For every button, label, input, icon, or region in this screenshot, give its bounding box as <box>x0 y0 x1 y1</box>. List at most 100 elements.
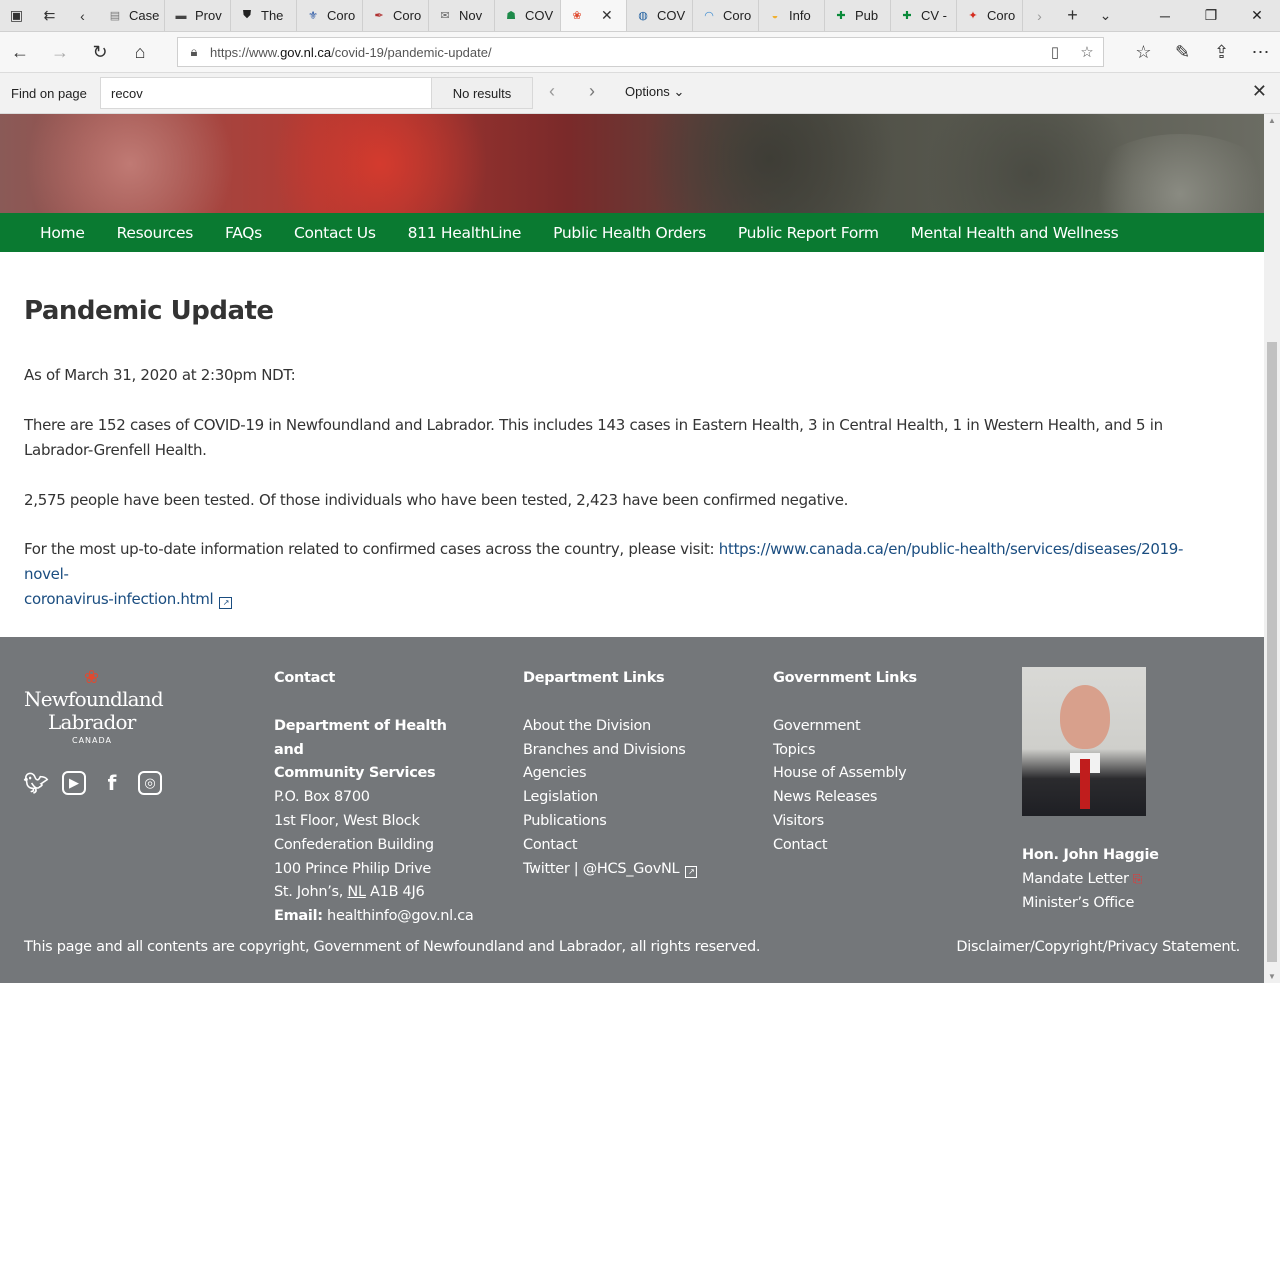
mandate-letter-link[interactable]: Mandate Letter <box>1022 871 1129 887</box>
instagram-icon[interactable]: ◎ <box>138 771 162 795</box>
nav-link[interactable]: Contact Us <box>278 224 392 242</box>
find-close-icon[interactable]: ✕ <box>1252 81 1267 102</box>
external-link-icon: ↗ <box>685 865 698 878</box>
nav-link[interactable]: Public Report Form <box>722 224 895 242</box>
browser-tab[interactable]: ☗ COV <box>495 0 561 31</box>
reading-view-icon[interactable]: ▯ <box>1039 43 1071 61</box>
contact-heading: Contact <box>274 670 336 686</box>
nav-link[interactable]: FAQs <box>209 224 278 242</box>
page-title: Pandemic Update <box>24 296 274 326</box>
twitter-icon[interactable]: 🐦︎ <box>23 771 48 795</box>
new-tab-icon[interactable]: + <box>1056 0 1089 31</box>
find-bar: Find on page recov No results ‹ › Option… <box>0 73 1280 114</box>
tab-label: Coro <box>393 8 422 23</box>
address-line: P.O. Box 8700 <box>274 789 370 806</box>
url-field[interactable]: 🔒︎ https://www.gov.nl.ca/covid-19/pandem… <box>177 37 1104 67</box>
footer-minister: Hon. John Haggie Mandate Letter ⎘ Ministe… <box>1022 667 1242 915</box>
facebook-icon[interactable]: f <box>100 771 124 795</box>
browser-tab[interactable]: ✦ Coro <box>957 0 1023 31</box>
browser-tab[interactable]: ◒ Info <box>759 0 825 31</box>
government-link[interactable]: Contact <box>773 834 993 858</box>
minimize-icon[interactable]: ─ <box>1142 0 1188 31</box>
more-menu-icon[interactable]: ⋯ <box>1241 33 1280 73</box>
forward-icon[interactable]: → <box>40 32 80 72</box>
browser-tab[interactable]: ▤ Case <box>99 0 165 31</box>
close-tab-icon[interactable]: ✕ <box>601 7 613 24</box>
browser-tab[interactable]: ✚ CV - <box>891 0 957 31</box>
dept-name-line-1: Department of Health and <box>274 717 447 758</box>
share-icon[interactable]: ⇪ <box>1202 33 1241 73</box>
tab-preview-chevron-icon[interactable]: ⌄ <box>1089 0 1122 31</box>
cross-icon: ✚ <box>836 10 846 22</box>
home-icon[interactable]: ⌂ <box>120 32 160 72</box>
government-link[interactable]: News Releases <box>773 786 993 810</box>
browser-tab[interactable]: ✚ Pub <box>825 0 891 31</box>
nav-link[interactable]: 811 HealthLine <box>392 224 538 242</box>
email-link[interactable]: healthinfo@gov.nl.ca <box>323 908 474 924</box>
footer-government-links: Government Links Government Topics House o… <box>773 667 993 858</box>
url-domain: gov.nl.ca <box>280 44 332 60</box>
address-line: 100 Prince Philip Drive <box>274 860 432 877</box>
scrollbar-thumb[interactable] <box>1267 342 1277 962</box>
browser-tab[interactable]: ❀ ✕ <box>561 0 627 31</box>
department-link[interactable]: Publications <box>523 810 743 834</box>
nav-link[interactable]: Home <box>24 224 101 242</box>
scroll-up-icon[interactable]: ▲ <box>1264 116 1280 125</box>
browser-tab[interactable]: ✒ Coro <box>363 0 429 31</box>
department-link[interactable]: Branches and Divisions <box>523 739 743 763</box>
favorites-icon[interactable]: ☆ <box>1124 33 1163 73</box>
scroll-tabs-left-icon[interactable]: ‹ <box>66 0 99 31</box>
minister-name: Hon. John Haggie <box>1022 847 1159 863</box>
footer-department-links: Department Links About the Division Branc… <box>523 667 743 881</box>
scroll-tabs-right-icon[interactable]: › <box>1023 0 1056 31</box>
browser-tab[interactable]: ✉ Nov <box>429 0 495 31</box>
find-next-icon[interactable]: › <box>589 81 595 102</box>
nav-link[interactable]: Mental Health and Wellness <box>895 224 1135 242</box>
department-link[interactable]: About the Division <box>523 715 743 739</box>
refresh-icon[interactable]: ↻ <box>80 32 120 72</box>
url-path: /covid-19/pandemic-update/ <box>331 44 492 60</box>
ministers-office-link[interactable]: Minister’s Office <box>1022 892 1242 916</box>
city: St. John’s, <box>274 884 348 901</box>
government-link[interactable]: Government <box>773 715 993 739</box>
government-link[interactable]: Visitors <box>773 810 993 834</box>
favorite-star-icon[interactable]: ☆ <box>1071 43 1103 61</box>
dept-name-line-2: Community Services <box>274 765 436 782</box>
browser-tab[interactable]: ◠ Coro <box>693 0 759 31</box>
find-options-button[interactable]: Options ⌄ <box>625 84 684 100</box>
nav-link[interactable]: Resources <box>101 224 209 242</box>
sun-icon: ◒ <box>771 9 779 22</box>
government-link[interactable]: House of Assembly <box>773 762 993 786</box>
set-aside-tabs-icon[interactable]: ⇇ <box>33 0 66 31</box>
find-previous-icon[interactable]: ‹ <box>549 81 555 102</box>
department-link[interactable]: Agencies <box>523 762 743 786</box>
nav-link[interactable]: Public Health Orders <box>537 224 722 242</box>
nl-logo[interactable]: ❀ Newfoundland Labrador CANADA <box>24 667 164 747</box>
youtube-icon[interactable]: ▶ <box>62 771 86 795</box>
scroll-down-icon[interactable]: ▼ <box>1264 972 1280 981</box>
back-icon[interactable]: ← <box>0 32 40 72</box>
tab-label: CV - <box>921 8 947 23</box>
government-link[interactable]: Topics <box>773 739 993 763</box>
browser-tab[interactable]: ◍ COV <box>627 0 693 31</box>
find-options-label: Options <box>625 84 670 99</box>
tab-actions-icon[interactable]: ▣ <box>0 0 33 31</box>
cross-icon: ✚ <box>902 10 912 22</box>
restore-icon[interactable]: ❐ <box>1188 0 1234 31</box>
browser-tab[interactable]: ⛊ The <box>231 0 297 31</box>
browser-tab[interactable]: ⚜ Coro <box>297 0 363 31</box>
find-input[interactable]: recov <box>100 77 432 109</box>
department-link[interactable]: Legislation <box>523 786 743 810</box>
tab-label: Nov <box>459 8 483 23</box>
browser-tab[interactable]: ▬ Prov <box>165 0 231 31</box>
url-prefix: https://www. <box>210 44 281 60</box>
mandate-letter-row: Mandate Letter ⎘ <box>1022 868 1242 892</box>
notes-pen-icon[interactable]: ✎ <box>1163 33 1202 73</box>
twitter-link[interactable]: Twitter | @HCS_GovNL <box>523 861 680 877</box>
close-window-icon[interactable]: ✕ <box>1234 0 1280 31</box>
department-link[interactable]: Contact <box>523 834 743 858</box>
find-label: Find on page <box>11 85 87 101</box>
url-text[interactable]: https://www.gov.nl.ca/covid-19/pandemic-… <box>210 45 1039 60</box>
disclaimer-link[interactable]: Disclaimer/Copyright/Privacy Statement. <box>956 939 1240 955</box>
vertical-scrollbar[interactable]: ▲ ▼ <box>1264 114 1280 983</box>
